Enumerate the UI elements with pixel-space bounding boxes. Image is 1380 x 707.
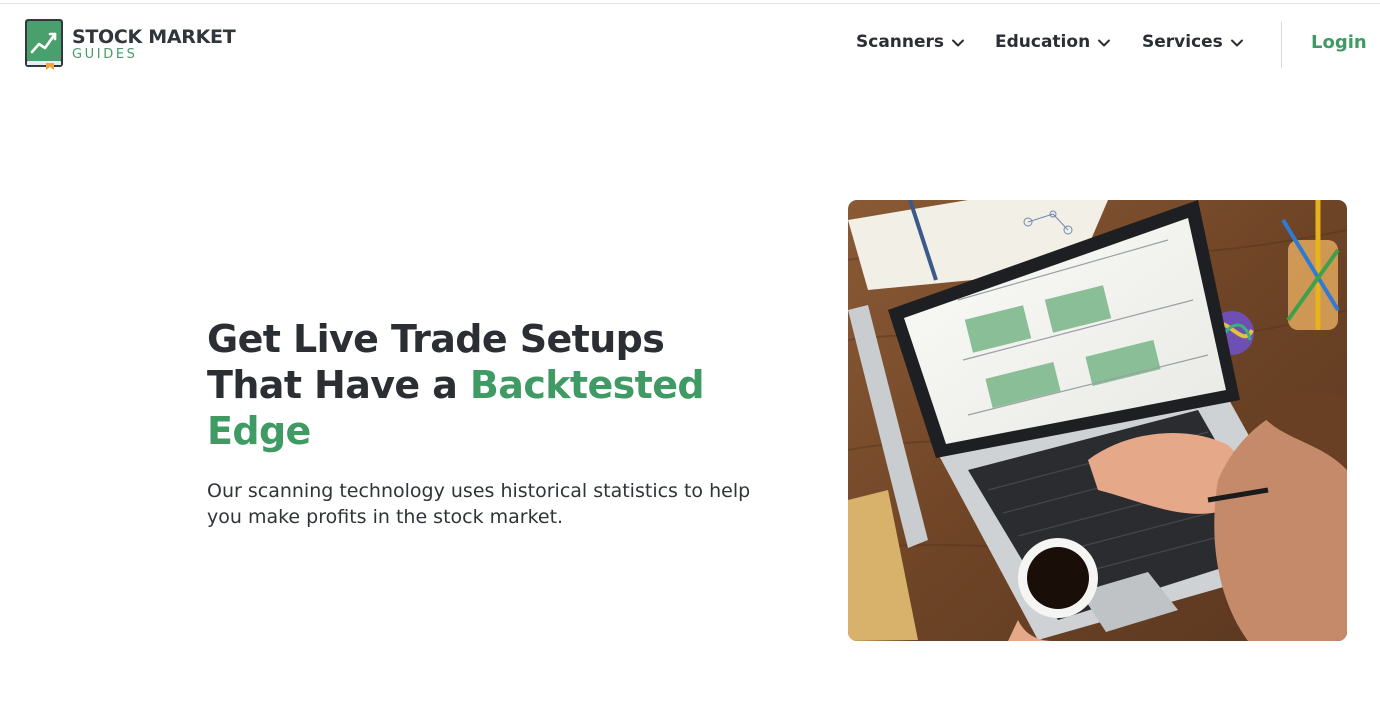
nav-education-label: Education (995, 32, 1091, 52)
logo-subtitle: GUIDES (72, 47, 138, 62)
nav-services-label: Services (1142, 32, 1223, 52)
hero-title: Get Live Trade Setups That Have a Backte… (207, 316, 767, 454)
login-link[interactable]: Login (1311, 32, 1367, 53)
chevron-down-icon (951, 35, 965, 49)
nav-scanners-menu[interactable]: Scanners (856, 32, 965, 52)
nav-divider (1281, 22, 1282, 68)
nav-education-menu[interactable]: Education (995, 32, 1111, 52)
hero-subtitle: Our scanning technology uses historical … (207, 480, 751, 528)
chart-book-icon (24, 18, 64, 70)
nav-scanners-label: Scanners (856, 32, 945, 52)
top-border (0, 3, 1380, 4)
chevron-down-icon (1230, 35, 1244, 49)
site-logo[interactable]: STOCK MARKET GUIDES (24, 18, 236, 70)
nav-services-menu[interactable]: Services (1142, 32, 1244, 52)
logo-wordmark: STOCK MARKET GUIDES (72, 26, 236, 62)
chevron-down-icon (1097, 35, 1111, 49)
logo-title: STOCK MARKET (72, 26, 236, 48)
laptop-on-wooden-desk-photo (848, 200, 1347, 641)
